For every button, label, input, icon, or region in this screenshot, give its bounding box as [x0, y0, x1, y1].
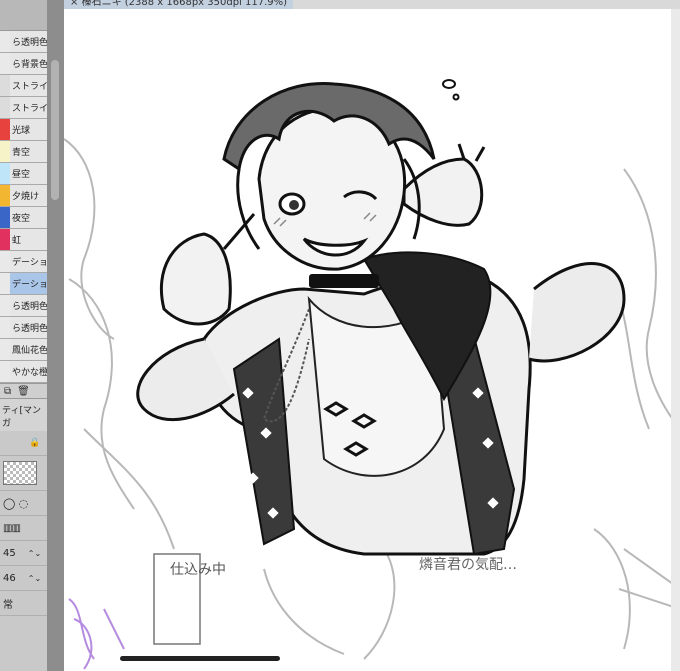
gradient-set-label: 青空	[12, 148, 31, 158]
document-tab[interactable]: × 榛石ニキ (2388 x 1668px 350dpi 117.9%)	[64, 0, 294, 9]
gradient-set-label: ら透明色	[12, 38, 47, 48]
home-indicator[interactable]	[120, 656, 280, 661]
gradient-swatch	[0, 31, 10, 52]
palette-header	[0, 0, 47, 31]
close-icon[interactable]: ×	[70, 0, 78, 8]
shape-select[interactable]: ◯ ◌	[0, 491, 47, 516]
gradient-set-item[interactable]: やかな橙色	[0, 361, 47, 383]
gradient-swatch	[0, 339, 10, 360]
gradient-set-item[interactable]: ら透明色	[0, 31, 47, 53]
gradient-swatch	[0, 53, 10, 74]
gradient-set-label: 夕焼け	[12, 192, 40, 202]
gradient-swatch	[0, 273, 10, 294]
gradient-swatch	[0, 295, 10, 316]
gradient-set-label: デーション	[12, 258, 47, 268]
purple-sketch	[68, 598, 125, 670]
blend-mode-select[interactable]: 常	[0, 591, 47, 616]
gradient-set-item[interactable]: デーション	[0, 273, 47, 295]
duplicate-icon[interactable]: ⧉	[4, 386, 11, 397]
gradient-set-item[interactable]: 夜空	[0, 207, 47, 229]
gradient-set-label: やかな橙色	[12, 368, 47, 378]
note-box: 仕込み中	[153, 553, 226, 645]
illustration: 仕込み中 燐音君の気配…	[64, 79, 680, 670]
gradient-set-item[interactable]: 虹	[0, 229, 47, 251]
note-text-1: 仕込み中	[170, 562, 226, 578]
gradient-swatch	[0, 207, 10, 228]
gradient-swatch	[0, 75, 10, 96]
note-text-2: 燐音君の気配…	[419, 556, 517, 573]
gradient-set-label: ストライプ	[12, 82, 47, 92]
tool-property-row[interactable]: 🔒	[0, 431, 47, 456]
gradient-swatch	[0, 317, 10, 338]
gradient-set-item[interactable]: 鳳仙花色	[0, 339, 47, 361]
gradient-palette: ら透明色ら背景色ストライプストライプ光球青空昼空夕焼け夜空虹デーションデーション…	[0, 0, 47, 671]
gradient-swatch	[0, 251, 10, 272]
lock-icon[interactable]: 🔒	[29, 438, 40, 448]
transparency-swatch	[3, 461, 37, 485]
pattern-select[interactable]: ▥▥	[0, 516, 47, 541]
gradient-swatch	[0, 361, 10, 382]
document-title: 榛石ニキ (2388 x 1668px 350dpi 117.9%)	[81, 0, 288, 8]
gradient-set-label: デーション	[12, 280, 47, 290]
gradient-swatch	[0, 141, 10, 162]
gradient-swatch	[0, 97, 10, 118]
character-figure	[136, 79, 626, 556]
gradient-set-item[interactable]: ら透明色 3	[0, 317, 47, 339]
gradient-swatch	[0, 185, 10, 206]
gradient-set-label: ら背景色	[12, 60, 47, 70]
gradient-swatch	[0, 229, 10, 250]
gradient-set-item[interactable]: 光球	[0, 119, 47, 141]
gradient-set-label: ら透明色 3	[12, 324, 47, 334]
canvas[interactable]: 仕込み中 燐音君の気配…	[64, 9, 680, 671]
gradient-swatch	[0, 119, 10, 140]
gradient-set-label: 夜空	[12, 214, 31, 224]
gradient-preview[interactable]	[0, 456, 47, 491]
value-1: 45	[3, 547, 16, 559]
gradient-set-item[interactable]: ら背景色	[0, 53, 47, 75]
shape-icon: ◯ ◌	[3, 496, 29, 510]
gradient-set-item[interactable]: ら透明色 2	[0, 295, 47, 317]
gradient-set-item[interactable]: 昼空	[0, 163, 47, 185]
stepper-icon[interactable]: ⌃⌄	[28, 549, 41, 558]
gradient-set-label: ら透明色 2	[12, 302, 47, 312]
gradient-set-item[interactable]: ストライプ	[0, 97, 47, 119]
panel-scrollbar[interactable]	[47, 0, 64, 671]
document-tab-bar: × 榛石ニキ (2388 x 1668px 350dpi 117.9%)	[64, 0, 680, 9]
scrollbar-thumb[interactable]	[51, 60, 59, 200]
trash-icon[interactable]: 🗑	[17, 386, 30, 397]
gradient-set-item[interactable]: デーション	[0, 251, 47, 273]
value-row-1[interactable]: 45 ⌃⌄	[0, 541, 47, 566]
value-row-2[interactable]: 46 ⌃⌄	[0, 566, 47, 591]
gradient-set-item[interactable]: 夕焼け	[0, 185, 47, 207]
pattern-icon: ▥▥	[3, 522, 21, 534]
stepper-icon[interactable]: ⌃⌄	[28, 574, 41, 583]
gradient-set-label: ストライプ	[12, 104, 47, 114]
gradient-set-label: 虹	[12, 236, 22, 246]
gradient-set-label: 鳳仙花色	[12, 346, 47, 356]
gradient-set-label: 昼空	[12, 170, 31, 180]
gradient-set-label: 光球	[12, 126, 31, 136]
value-2: 46	[3, 572, 16, 584]
gradient-set-item[interactable]: 青空	[0, 141, 47, 163]
blend-mode-value: 常	[3, 599, 13, 611]
tool-property-title: ティ[マンガ	[0, 398, 47, 431]
palette-footer: ⧉ 🗑	[0, 383, 47, 398]
gradient-swatch	[0, 163, 10, 184]
canvas-scrollbar[interactable]	[671, 9, 680, 671]
gradient-set-item[interactable]: ストライプ	[0, 75, 47, 97]
gradient-set-list: ら透明色ら背景色ストライプストライプ光球青空昼空夕焼け夜空虹デーションデーション…	[0, 31, 47, 383]
